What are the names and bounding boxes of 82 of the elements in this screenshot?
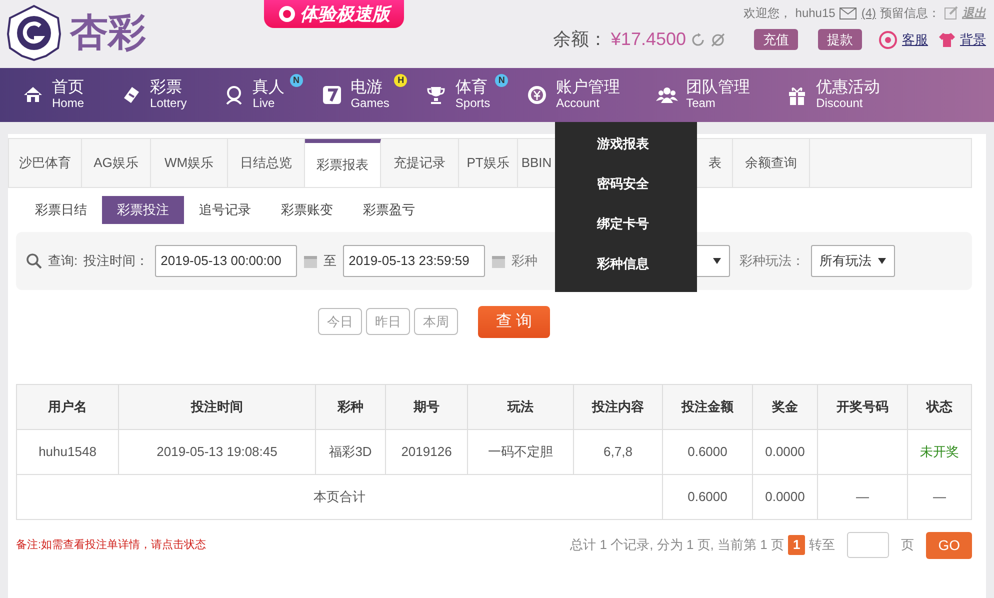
column-header: 投注时间	[118, 384, 316, 429]
nav-item[interactable]: 优惠活动 Discount	[786, 68, 898, 122]
table-cell: 6,7,8	[574, 429, 662, 474]
query-label: 查询:	[48, 252, 78, 270]
balance-label: 余额：	[552, 28, 607, 51]
column-header: 投注内容	[574, 384, 662, 429]
column-header: 奖金	[752, 384, 818, 429]
logo-text: 杏彩	[70, 14, 146, 52]
table-cell: huhu1548	[16, 429, 118, 474]
new-badge: H	[394, 74, 408, 87]
sub-tab[interactable]: 彩票日结	[20, 196, 102, 224]
edit-icon	[944, 6, 958, 20]
table-cell: 0.0000	[752, 474, 818, 519]
table-cell: 一码不定胆	[468, 429, 574, 474]
deposit-button[interactable]: 充值	[754, 28, 798, 50]
table-cell: 福彩3D	[316, 429, 386, 474]
goto-label: 转至	[809, 536, 836, 554]
caret-icon	[712, 258, 721, 264]
sub-tab[interactable]: 彩票盈亏	[348, 196, 430, 224]
nav-item[interactable]: 彩票 Lottery	[120, 68, 205, 122]
nav-item[interactable]: 真人 Live N	[222, 68, 303, 122]
welcome-text: 欢迎您，	[743, 5, 792, 22]
menu-item[interactable]: 绑定卡号	[555, 204, 697, 244]
background-link[interactable]: 背景	[960, 30, 986, 50]
table-cell: 2019-05-13 19:08:45	[118, 429, 316, 474]
sub-tab[interactable]: 追号记录	[184, 196, 266, 224]
table-cell: 0.6000	[662, 474, 752, 519]
status-link[interactable]: 未开奖	[908, 429, 972, 474]
play-type-select[interactable]: 所有玩法	[810, 244, 895, 276]
column-header: 投注金额	[662, 384, 752, 429]
column-header: 期号	[386, 384, 468, 429]
nav-item[interactable]: 电游 Games H	[320, 68, 408, 122]
column-header: 玩法	[468, 384, 574, 429]
refresh-icon	[690, 32, 706, 48]
username: huhu15	[795, 5, 836, 22]
end-date-field[interactable]: 2019-05-13 23:59:59	[342, 244, 485, 276]
page-number-field[interactable]	[847, 532, 890, 558]
mail-icon	[839, 6, 858, 20]
message-count-link[interactable]: (4)	[861, 4, 876, 22]
to-label: 至	[324, 252, 337, 270]
sub-tab[interactable]: 彩票投注	[102, 196, 184, 224]
nav-item[interactable]: 体育 Sports N	[425, 68, 508, 122]
menu-item[interactable]: 密码安全	[555, 164, 697, 204]
column-header: 彩种	[316, 384, 386, 429]
start-date-field[interactable]: 2019-05-13 00:00:00	[154, 244, 297, 276]
customer-service-link[interactable]: 客服	[902, 30, 928, 50]
tab[interactable]: 彩票报表	[305, 139, 381, 187]
table-cell: 本页合计	[16, 474, 662, 519]
trophy-icon	[425, 84, 448, 106]
caret-icon	[878, 258, 886, 264]
column-header: 开奖号码	[818, 384, 908, 429]
balance-amount: ¥17.4500	[610, 28, 686, 51]
sub-tab[interactable]: 彩票账变	[266, 196, 348, 224]
logo-emblem-icon	[6, 4, 62, 62]
bet-time-label: 投注时间：	[84, 252, 149, 270]
table-cell: —	[818, 474, 908, 519]
new-badge: N	[495, 74, 508, 87]
page-unit-label: 页	[901, 536, 914, 554]
search-icon	[26, 252, 42, 268]
table-cell: —	[908, 474, 972, 519]
seven-icon	[320, 84, 343, 106]
promo-button[interactable]: 体验极速版	[264, 0, 404, 28]
menu-item[interactable]: 彩种信息	[555, 244, 697, 284]
menu-item[interactable]: 游戏报表	[555, 124, 697, 164]
nav-item[interactable]: 团队管理 Team	[656, 68, 768, 122]
column-header: 用户名	[16, 384, 118, 429]
lottery-name-label: 彩种	[512, 252, 538, 268]
table-cell: 0.0000	[752, 429, 818, 474]
coin-icon	[526, 84, 548, 106]
note-text: 备注:如需查看投注单详情，请点击状态	[16, 538, 206, 553]
withdraw-button[interactable]: 提款	[818, 28, 862, 50]
column-header: 状态	[908, 384, 972, 429]
shirt-icon	[938, 32, 956, 48]
new-badge: N	[290, 74, 303, 87]
reserve-info-label: 预留信息：	[880, 5, 940, 22]
hide-icon	[710, 32, 726, 48]
play-type-label: 彩种玩法：	[740, 252, 805, 270]
table-cell: 2019126	[386, 429, 468, 474]
table-cell: 0.6000	[662, 429, 752, 474]
pagination-summary: 总计 1 个记录, 分为 1 页, 当前第 1 页	[570, 536, 784, 554]
nav-item[interactable]: 首页 Home	[22, 68, 102, 122]
nav-item[interactable]: 账户管理 Account	[526, 68, 638, 122]
